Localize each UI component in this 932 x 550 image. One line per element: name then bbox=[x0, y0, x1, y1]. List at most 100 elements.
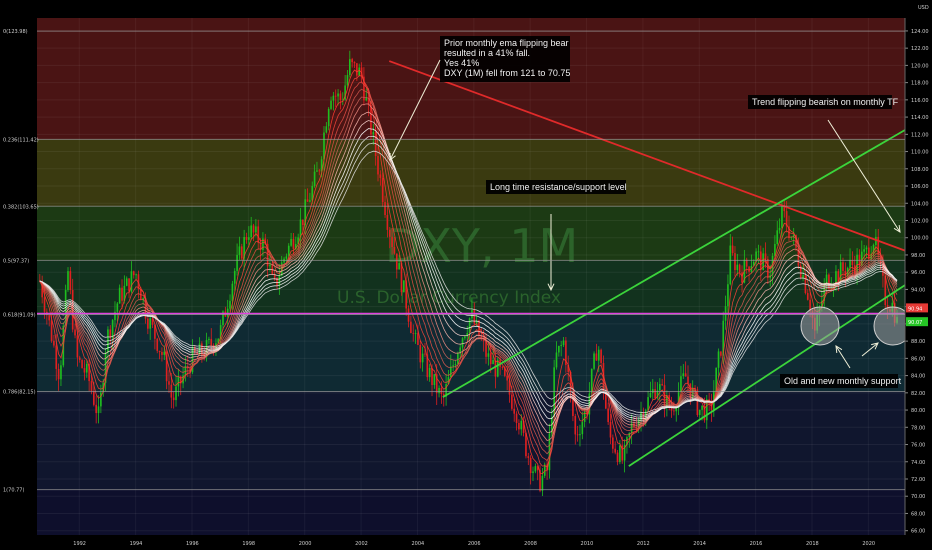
time-axis: 1992 1994 1996 1998 2000 2002 2004 2006 2008 2010… bbox=[0, 535, 905, 550]
candle bbox=[135, 274, 137, 276]
candle bbox=[172, 397, 175, 401]
candle bbox=[492, 360, 494, 365]
fib-band bbox=[37, 139, 905, 207]
candle bbox=[452, 365, 454, 367]
annotation-text: Old and new monthly support bbox=[784, 376, 902, 386]
price-label: 90.07 bbox=[908, 320, 922, 326]
fib-label: 0.382(103.65) bbox=[3, 204, 39, 210]
price-tick-label: 84.00 bbox=[911, 374, 925, 380]
annotation-text: Prior monthly ema flipping bear bbox=[444, 38, 569, 48]
price-tick-label: 106.00 bbox=[911, 184, 929, 190]
candle bbox=[574, 416, 577, 435]
candle bbox=[388, 229, 391, 237]
candle bbox=[398, 263, 400, 270]
candle bbox=[327, 108, 330, 127]
candle bbox=[43, 297, 46, 312]
candle bbox=[334, 95, 337, 97]
candle bbox=[513, 408, 516, 414]
time-tick-label: 2000 bbox=[299, 541, 312, 547]
candle bbox=[386, 215, 389, 230]
time-tick-label: 2014 bbox=[693, 541, 706, 547]
candle bbox=[781, 204, 783, 228]
candle bbox=[348, 59, 351, 76]
fib-label: 1(70.77) bbox=[3, 488, 24, 494]
candle bbox=[332, 95, 335, 101]
dxy-monthly-chart[interactable]: DXY, 1M U.S. Dollar Currency Index Prior… bbox=[0, 0, 932, 550]
candle bbox=[839, 262, 842, 282]
price-tick-label: 86.00 bbox=[911, 356, 925, 362]
candle bbox=[682, 373, 685, 377]
candle bbox=[461, 338, 464, 348]
candle bbox=[806, 293, 809, 300]
candle bbox=[111, 320, 114, 338]
price-tick-label: 100.00 bbox=[911, 236, 929, 242]
price-tick-label: 124.00 bbox=[911, 29, 929, 35]
candle bbox=[302, 219, 304, 226]
candle bbox=[421, 353, 424, 363]
price-tick-label: 80.00 bbox=[911, 408, 925, 414]
candle bbox=[687, 376, 689, 384]
price-tick-label: 114.00 bbox=[911, 115, 929, 121]
price-tick-label: 78.00 bbox=[911, 425, 925, 431]
candle bbox=[675, 408, 678, 412]
fib-label: 0(123.98) bbox=[3, 29, 28, 35]
candle bbox=[501, 366, 504, 368]
candle bbox=[802, 275, 804, 278]
candle bbox=[576, 434, 579, 436]
time-tick-label: 1992 bbox=[73, 541, 86, 547]
candle bbox=[313, 171, 316, 186]
fib-label: 0.786(82.15) bbox=[3, 390, 36, 396]
time-tick-label: 2008 bbox=[524, 541, 537, 547]
candle bbox=[325, 126, 328, 133]
annotation-text: DXY (1M) fell from 121 to 70.75 bbox=[444, 68, 570, 78]
candle bbox=[358, 67, 361, 76]
candle bbox=[248, 237, 250, 240]
candle bbox=[50, 320, 53, 341]
watermark-name: U.S. Dollar Currency Index bbox=[337, 288, 561, 308]
candle bbox=[527, 456, 530, 458]
candle bbox=[76, 335, 79, 358]
candle bbox=[729, 245, 732, 285]
candle bbox=[346, 75, 349, 86]
price-tick-label: 110.00 bbox=[911, 150, 929, 156]
price-tick-label: 96.00 bbox=[911, 270, 925, 276]
candle bbox=[379, 174, 382, 178]
fib-label: 0.236(111.42) bbox=[3, 137, 39, 143]
candle bbox=[581, 421, 584, 435]
candle bbox=[464, 336, 466, 339]
candle bbox=[600, 349, 602, 364]
candle bbox=[663, 385, 666, 407]
candle bbox=[339, 93, 342, 100]
candle bbox=[81, 359, 83, 369]
candle bbox=[736, 264, 739, 271]
price-tick-label: 112.00 bbox=[911, 132, 929, 138]
price-tick-label: 72.00 bbox=[911, 477, 925, 483]
candle bbox=[391, 236, 393, 247]
candle bbox=[849, 260, 851, 268]
candle bbox=[619, 445, 621, 463]
candle bbox=[93, 391, 95, 405]
price-axis: 124.00 122.00 120.00 118.00 116.00 114.00 112.… bbox=[904, 0, 932, 550]
candle bbox=[90, 381, 93, 392]
candle bbox=[400, 263, 403, 293]
candle bbox=[306, 199, 309, 202]
candle bbox=[78, 357, 81, 360]
price-tick-label: 122.00 bbox=[911, 46, 929, 52]
candle bbox=[318, 170, 321, 172]
candle bbox=[381, 177, 384, 203]
candle bbox=[654, 389, 656, 399]
candle bbox=[673, 410, 675, 412]
candle bbox=[285, 256, 288, 259]
candle bbox=[454, 364, 457, 366]
candle bbox=[558, 345, 560, 353]
candle bbox=[384, 202, 386, 216]
candle bbox=[156, 338, 159, 351]
candle bbox=[55, 345, 58, 369]
candle bbox=[403, 280, 405, 293]
candle bbox=[330, 100, 332, 109]
candle bbox=[198, 343, 201, 355]
candle bbox=[309, 200, 311, 202]
candle bbox=[511, 394, 513, 409]
candle bbox=[208, 338, 210, 341]
candle bbox=[593, 353, 595, 369]
